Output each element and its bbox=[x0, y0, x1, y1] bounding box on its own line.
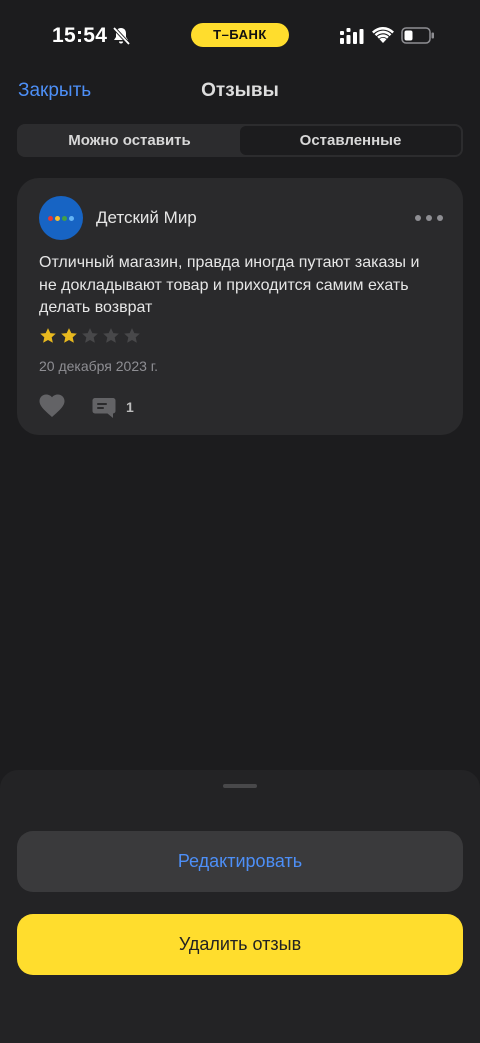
cellular-signal-icon bbox=[340, 28, 364, 44]
star-empty-icon bbox=[82, 328, 98, 343]
more-options-icon[interactable] bbox=[415, 214, 443, 222]
store-logo bbox=[39, 196, 83, 240]
tab-left[interactable]: Оставленные bbox=[240, 126, 461, 155]
bank-pill[interactable]: Т–БАНК bbox=[191, 23, 289, 47]
store-name[interactable]: Детский Мир bbox=[96, 208, 197, 228]
star-filled-icon bbox=[40, 328, 56, 343]
tab-can-leave[interactable]: Можно оставить bbox=[19, 126, 240, 155]
edit-button[interactable]: Редактировать bbox=[17, 831, 463, 892]
comment-count: 1 bbox=[126, 399, 134, 415]
star-empty-icon bbox=[124, 328, 140, 343]
heart-icon[interactable] bbox=[39, 394, 65, 418]
bell-muted-icon bbox=[112, 26, 131, 46]
review-card: Детский Мир Отличный магазин, правда ино… bbox=[17, 178, 463, 435]
page-title: Отзывы bbox=[201, 80, 279, 101]
star-rating bbox=[39, 327, 141, 345]
star-empty-icon bbox=[103, 328, 119, 343]
review-text: Отличный магазин, правда иногда путают з… bbox=[39, 254, 420, 316]
status-time: 15:54 bbox=[52, 24, 108, 47]
review-tabs: Можно оставить Оставленные bbox=[17, 124, 463, 157]
review-date: 20 декабря 2023 г. bbox=[39, 358, 159, 374]
wifi-icon bbox=[372, 27, 394, 43]
star-filled-icon bbox=[61, 328, 77, 343]
comment-icon[interactable] bbox=[92, 397, 116, 419]
status-bar: 15:54 Т–БАНК bbox=[0, 0, 480, 70]
delete-review-button[interactable]: Удалить отзыв bbox=[17, 914, 463, 975]
action-sheet: Редактировать Удалить отзыв bbox=[0, 770, 480, 1043]
sheet-grabber[interactable] bbox=[223, 784, 257, 788]
battery-icon bbox=[401, 27, 434, 44]
